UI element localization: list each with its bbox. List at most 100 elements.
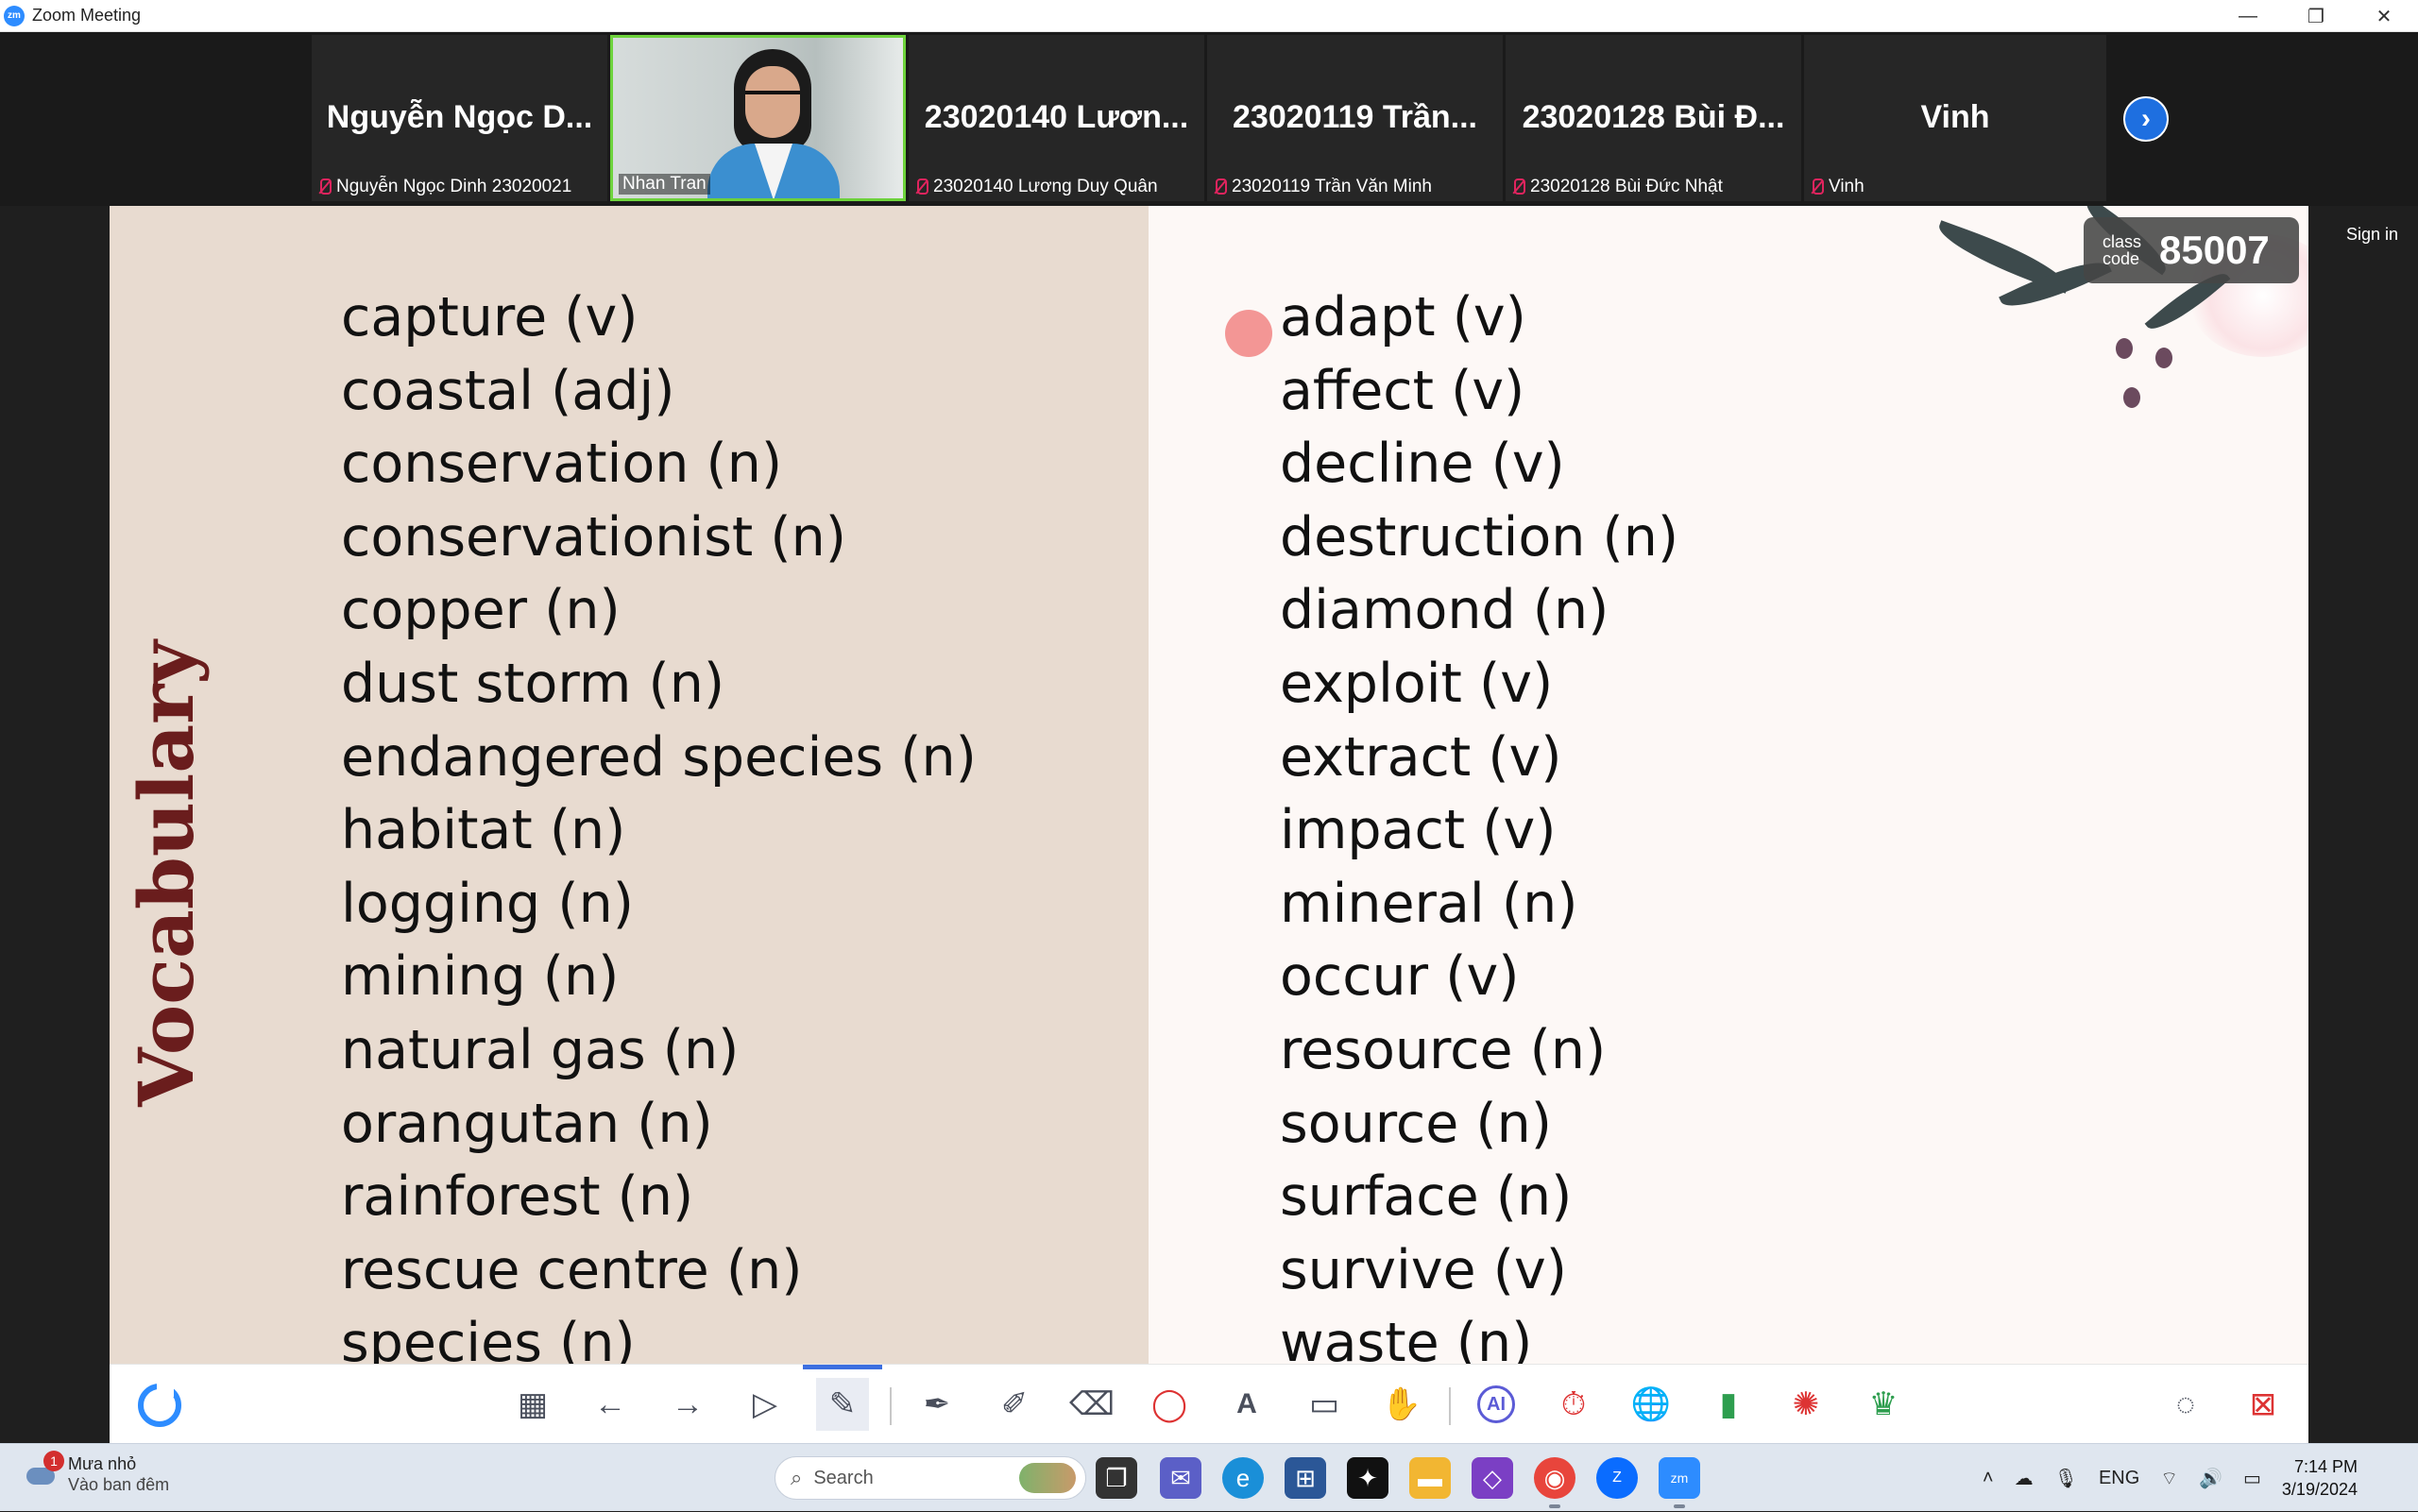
teams-chat-icon[interactable]: ✉: [1160, 1457, 1201, 1499]
battery-icon[interactable]: ▭: [2243, 1467, 2261, 1490]
chart-icon[interactable]: ▮: [1702, 1378, 1755, 1431]
slide-title: Vocabulary: [122, 640, 211, 1107]
clock[interactable]: 7:14 PM 3/19/2024: [2282, 1455, 2358, 1501]
participant-label: Nguyễn Ngọc Dinh 23020021: [317, 177, 571, 197]
next-participants-button[interactable]: ›: [2123, 96, 2169, 142]
onedrive-icon[interactable]: ☁: [2015, 1467, 2034, 1490]
back-arrow-icon[interactable]: ←: [584, 1378, 637, 1431]
web-icon[interactable]: 🌐: [1625, 1378, 1677, 1431]
mic-muted-icon: [914, 177, 928, 197]
word-item: exploit (v): [1280, 652, 1554, 715]
pen-icon[interactable]: ✎: [803, 1365, 882, 1431]
minimize-button[interactable]: —: [2214, 0, 2282, 32]
word-item: survive (v): [1280, 1238, 1567, 1301]
volume-icon[interactable]: 🔊: [2199, 1467, 2222, 1490]
word-item: endangered species (n): [341, 725, 977, 789]
berry-decoration: [2123, 387, 2140, 408]
select-icon[interactable]: ▷: [739, 1378, 792, 1431]
word-item: copper (n): [341, 579, 621, 642]
weather-widget[interactable]: 1 Mưa nhỏ Vào ban đêm: [26, 1451, 170, 1495]
eraser-icon[interactable]: ⌫: [1065, 1378, 1118, 1431]
search-highlight-art: [1019, 1463, 1076, 1493]
title-bar: zm Zoom Meeting — ❐ ✕: [0, 0, 2418, 32]
grid-icon[interactable]: ▦: [506, 1378, 559, 1431]
word-list-right: adapt (v) affect (v) decline (v) destruc…: [1280, 281, 1678, 1364]
taskbar-search[interactable]: ⌕ Search: [775, 1456, 1086, 1500]
word-item: resource (n): [1280, 1018, 1607, 1081]
marker-icon[interactable]: ✐: [988, 1378, 1041, 1431]
class-code-badge: class code 85007: [2084, 217, 2299, 283]
toolbar-separator: [890, 1387, 892, 1425]
participant-tile[interactable]: 23020128 Bùi Đ... 23020128 Bùi Đức Nhật: [1506, 35, 1801, 201]
forward-arrow-icon[interactable]: →: [661, 1378, 714, 1431]
shapes-icon[interactable]: ◯: [1143, 1378, 1196, 1431]
visual-studio-icon[interactable]: ◇: [1472, 1457, 1513, 1499]
toolbar-separator: [1449, 1387, 1451, 1425]
end-slideshow-icon[interactable]: ⊠: [2237, 1378, 2290, 1431]
participant-display-name: 23020128 Bùi Đ...: [1522, 99, 1785, 135]
timer-icon[interactable]: ⏱: [1547, 1378, 1600, 1431]
weather-subtitle: Vào ban đêm: [68, 1475, 170, 1494]
start-menu-icon[interactable]: [720, 1459, 758, 1497]
classpoint-logo-icon[interactable]: [138, 1384, 181, 1427]
mic-muted-icon: [317, 177, 332, 197]
word-item: impact (v): [1280, 799, 1557, 862]
hide-icon[interactable]: ◌: [2159, 1378, 2212, 1431]
text-icon[interactable]: A: [1220, 1378, 1273, 1431]
participant-tile[interactable]: Vinh Vinh: [1804, 35, 2106, 201]
ai-icon[interactable]: AI: [1470, 1378, 1523, 1431]
participant-tile[interactable]: 23020140 Lươn... 23020140 Lương Duy Quân: [909, 35, 1204, 201]
berry-decoration: [2155, 348, 2172, 368]
class-code-value: 85007: [2159, 228, 2270, 272]
word-item: logging (n): [341, 872, 634, 935]
task-view-icon[interactable]: ❐: [1096, 1457, 1137, 1499]
participant-label: Vinh: [1810, 177, 1865, 197]
hand-icon[interactable]: ✋: [1375, 1378, 1428, 1431]
chevron-up-icon[interactable]: ˄: [1983, 1468, 1994, 1489]
zalo-icon[interactable]: Z: [1596, 1457, 1638, 1499]
notification-badge: 1: [43, 1451, 64, 1471]
wifi-icon[interactable]: ⌔: [2160, 1467, 2178, 1490]
participant-display-name: Nguyễn Ngọc D...: [326, 99, 593, 135]
system-tray: ˄ ☁ 🎙 ENG ⌔ 🔊 ▭ 7:14 PM 3/19/2024: [1983, 1444, 2418, 1512]
search-icon: ⌕: [791, 1466, 803, 1489]
word-list-left: capture (v) coastal (adj) conservation (…: [341, 281, 977, 1364]
file-explorer-icon[interactable]: ▬: [1409, 1457, 1451, 1499]
taskbar: 1 Mưa nhỏ Vào ban đêm ⌕ Search ❐ ✉ e ⊞ ✦…: [0, 1443, 2418, 1511]
word-item: habitat (n): [341, 799, 626, 862]
participant-tile[interactable]: Nguyễn Ngọc D... Nguyễn Ngọc Dinh 230200…: [312, 35, 607, 201]
edge-browser-icon[interactable]: e: [1222, 1457, 1264, 1499]
word-item: surface (n): [1280, 1165, 1573, 1229]
participant-label: 23020119 Trần Văn Minh: [1213, 177, 1432, 197]
sticky-note-icon[interactable]: ▭: [1298, 1378, 1351, 1431]
word-item: coastal (adj): [341, 359, 675, 422]
word-item: conservationist (n): [341, 505, 846, 569]
close-button[interactable]: ✕: [2350, 0, 2418, 32]
restore-button[interactable]: ❐: [2282, 0, 2350, 32]
participant-label: Nhan Tran: [619, 174, 710, 195]
microphone-icon[interactable]: 🎙: [2054, 1467, 2078, 1490]
weather-title: Mưa nhỏ: [68, 1454, 137, 1473]
highlighter-icon[interactable]: ✒: [911, 1378, 963, 1431]
window-title: Zoom Meeting: [32, 6, 142, 25]
word-item: orangutan (n): [341, 1092, 713, 1155]
zoom-taskbar-icon[interactable]: zm: [1659, 1457, 1700, 1508]
word-item: natural gas (n): [341, 1018, 740, 1081]
participant-tile[interactable]: 23020119 Trần... 23020119 Trần Văn Minh: [1207, 35, 1503, 201]
wheel-icon[interactable]: ✺: [1779, 1378, 1832, 1431]
word-item: conservation (n): [341, 433, 783, 496]
slide-toolbar: ▦ ← → ▷ ✎ ✒ ✐ ⌫ ◯ A ▭ ✋ AI ⏱ 🌐 ▮ ✺ ♛ ◌ ⊠: [110, 1364, 2308, 1443]
language-indicator[interactable]: ENG: [2099, 1468, 2139, 1489]
rain-cloud-icon: 1: [26, 1451, 64, 1490]
word-item: rescue centre (n): [341, 1238, 803, 1301]
game-app-icon[interactable]: ✦: [1347, 1457, 1388, 1499]
sign-in-link[interactable]: Sign in: [2346, 225, 2398, 245]
chrome-icon[interactable]: ◉: [1534, 1457, 1575, 1508]
mic-muted-icon: [1511, 177, 1525, 197]
store-icon[interactable]: ⊞: [1285, 1457, 1326, 1499]
participant-tile-active-speaker[interactable]: Nhan Tran: [610, 35, 906, 201]
zoom-app-icon: zm: [4, 5, 25, 26]
trophy-icon[interactable]: ♛: [1857, 1378, 1910, 1431]
participant-strip: Nguyễn Ngọc D... Nguyễn Ngọc Dinh 230200…: [0, 32, 2418, 206]
search-placeholder: Search: [813, 1467, 874, 1488]
